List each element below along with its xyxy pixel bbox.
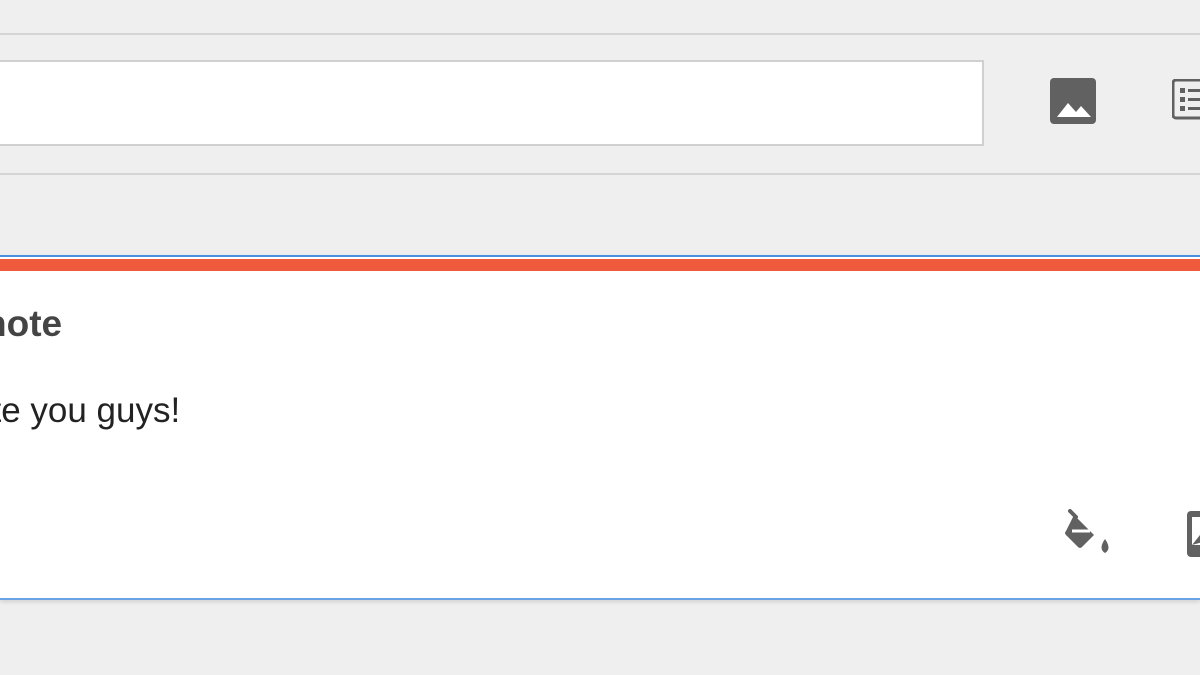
keep-window: note ote you guys!: [0, 0, 1200, 675]
section-divider: [0, 173, 1200, 175]
note-card[interactable]: note ote you guys!: [0, 255, 1200, 600]
search-input[interactable]: [0, 60, 984, 146]
note-color-bar: [0, 259, 1200, 271]
toolbar: [0, 35, 1200, 173]
checklist-icon[interactable]: [1172, 79, 1200, 123]
paint-bucket-icon[interactable]: [1062, 509, 1116, 561]
note-body[interactable]: ote you guys!: [0, 391, 180, 431]
image-icon[interactable]: [1049, 77, 1099, 127]
note-title[interactable]: note: [0, 303, 62, 345]
image-icon[interactable]: [1186, 511, 1200, 559]
